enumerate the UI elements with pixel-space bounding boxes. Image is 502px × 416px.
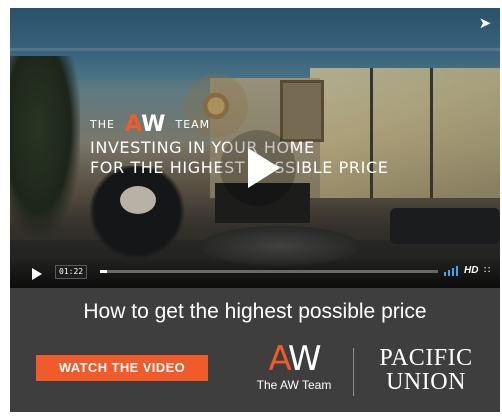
hd-toggle[interactable]: HD <box>464 264 478 278</box>
seek-bar[interactable] <box>100 270 438 273</box>
video-player[interactable]: THE AW TEAM INVESTING IN YOUR HOME FOR T… <box>10 8 500 288</box>
video-ad-banner[interactable]: THE AW TEAM INVESTING IN YOUR HOME FOR T… <box>10 8 500 412</box>
volume-button[interactable] <box>444 266 460 276</box>
pu-logo-line-1: PACIFIC <box>379 345 473 371</box>
aw-logo-w: W <box>287 339 322 379</box>
brand-the-text: THE <box>90 118 115 131</box>
aw-logo-mark: AW <box>246 341 342 377</box>
play-overlay-button[interactable] <box>220 130 296 206</box>
control-play-button[interactable] <box>32 268 42 280</box>
aw-logo-a: A <box>268 339 289 379</box>
pacific-union-logo: PACIFIC UNION <box>366 346 486 394</box>
video-control-bar: 01:22 HD ∷ <box>10 258 500 288</box>
pu-logo-line-2: UNION <box>386 369 466 395</box>
volume-bar-icon <box>452 268 454 276</box>
ad-tagline: How to get the highest possible price <box>83 300 427 323</box>
time-display: 01:22 <box>55 265 88 279</box>
logo-divider <box>353 348 354 396</box>
volume-bar-icon <box>456 266 458 276</box>
aw-monogram-a: A <box>125 112 142 137</box>
brand-team-text: TEAM <box>175 118 211 131</box>
fullscreen-icon: ∷ <box>484 265 491 276</box>
share-button[interactable]: ➤ <box>476 14 494 32</box>
aw-monogram-w: W <box>141 112 166 137</box>
aw-team-logo: AW The AW Team <box>246 341 342 393</box>
fullscreen-button[interactable]: ∷ <box>484 265 490 277</box>
paper-plane-icon: ➤ <box>478 14 492 32</box>
video-brand-line: THE AW TEAM <box>90 112 210 137</box>
volume-bar-icon <box>448 270 450 276</box>
play-icon <box>248 148 280 188</box>
aw-logo-caption: The AW Team <box>256 378 332 392</box>
watch-video-button[interactable]: WATCH THE VIDEO <box>36 355 208 381</box>
aw-monogram: AW <box>125 112 165 137</box>
volume-bar-icon <box>444 272 446 276</box>
seek-bar-progress <box>100 270 107 273</box>
